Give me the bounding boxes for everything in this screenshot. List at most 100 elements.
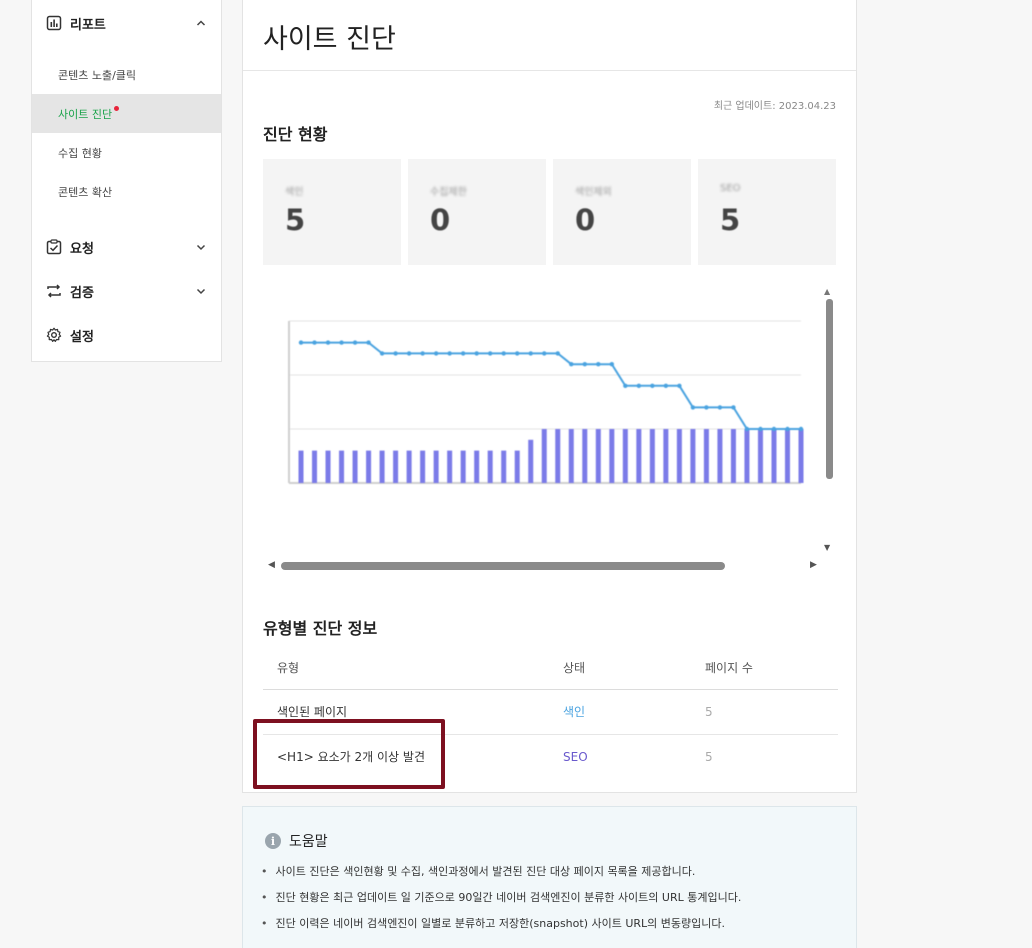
vertical-scroll-thumb[interactable]: [826, 299, 833, 479]
menu-group-reports[interactable]: 리포트: [32, 1, 221, 45]
series-point: [731, 405, 736, 410]
series-point: [771, 426, 777, 432]
help-item: 진단 이력은 네이버 검색엔진이 일별로 분류하고 저장한(snapshot) …: [261, 917, 741, 943]
stat-value: 0: [575, 203, 596, 237]
series-point: [406, 351, 412, 356]
diagnosis-type-table: 유형 상태 페이지 수 색인된 페이지 색인 5 <H1> 요소가 2개 이상 …: [263, 647, 838, 779]
status-link[interactable]: SEO: [563, 734, 705, 779]
stat-value: 5: [285, 203, 306, 237]
series-point: [379, 351, 385, 356]
help-list: 사이트 진단은 색인현황 및 수집, 색인과정에서 발견된 진단 대상 페이지 …: [261, 865, 742, 943]
new-badge-dot: [114, 106, 120, 111]
chart-bar: [595, 429, 601, 483]
stat-label: 색인: [285, 187, 304, 198]
stat-card-excluded: 색인제외 0: [553, 159, 691, 265]
series-point: [717, 405, 723, 410]
series-point: [569, 362, 574, 367]
chart-bar: [514, 450, 520, 483]
chart-bar: [784, 429, 790, 483]
chart-bar: [379, 450, 385, 483]
sidebar-item-label: 콘텐츠 노출/클릭: [58, 68, 137, 82]
checklist-icon: [46, 239, 62, 255]
stat-label: SEO: [720, 183, 741, 194]
info-icon: i: [265, 833, 281, 849]
sidebar-item-label: 콘텐츠 확산: [58, 185, 113, 199]
help-title: 도움말: [289, 834, 328, 850]
chart-bar: [703, 429, 709, 483]
menu-group-label: 설정: [70, 329, 94, 345]
chevron-up-icon: [195, 17, 207, 29]
cell-pages: 5: [705, 749, 713, 764]
chart-bar: [312, 450, 318, 483]
stat-card-crawl-limited: 수집제한 0: [408, 159, 546, 265]
series-point: [339, 340, 344, 345]
series-point: [609, 362, 615, 367]
chart-bar: [420, 450, 426, 483]
series-point: [366, 340, 371, 345]
menu-group-requests[interactable]: 요청: [32, 225, 221, 269]
chart-bar: [339, 450, 345, 483]
chart-bar: [460, 450, 466, 483]
cell-type: <H1> 요소가 2개 이상 발견: [277, 750, 425, 765]
series-point: [515, 351, 520, 356]
chart-bar: [528, 439, 534, 483]
series-point: [704, 405, 709, 410]
series-point: [623, 383, 628, 388]
gear-icon: [46, 327, 62, 343]
scroll-down-arrow-icon[interactable]: ▼: [824, 543, 830, 552]
menu-group-settings[interactable]: 설정: [32, 313, 221, 357]
series-point: [352, 340, 358, 345]
chart-bar: [636, 429, 642, 483]
series-point: [596, 362, 601, 367]
stat-card-seo: SEO 5: [698, 159, 836, 265]
help-item: 사이트 진단은 색인현황 및 수집, 색인과정에서 발견된 진단 대상 페이지 …: [261, 865, 741, 891]
chart-bar: [582, 429, 588, 483]
sidebar-item-content-spread[interactable]: 콘텐츠 확산: [32, 172, 221, 211]
series-point: [460, 351, 466, 356]
series-point: [582, 362, 587, 367]
cell-pages: 5: [705, 689, 838, 735]
series-point: [650, 383, 655, 388]
chart-bar: [663, 429, 669, 483]
horizontal-scroll-thumb[interactable]: [281, 562, 725, 570]
menu-group-label: 요청: [70, 241, 94, 257]
chart-bar: [366, 450, 372, 483]
series-point: [663, 383, 669, 388]
sidebar-item-site-diagnosis[interactable]: 사이트 진단: [32, 94, 221, 133]
menu-group-label: 리포트: [70, 17, 106, 33]
series-point: [501, 351, 506, 356]
series-point: [758, 426, 763, 432]
chevron-down-icon: [195, 241, 207, 253]
stat-card-indexed: 색인 5: [263, 159, 401, 265]
diagnosis-history-chart: ▲ ▼ ◀ ▶: [263, 287, 836, 576]
chart-bar: [447, 450, 453, 483]
scroll-up-arrow-icon[interactable]: ▲: [824, 287, 830, 296]
chart-bar: [649, 429, 655, 483]
series-point: [636, 383, 642, 388]
chart-bar: [798, 429, 804, 483]
sidebar-item-crawl-status[interactable]: 수집 현황: [32, 133, 221, 172]
repeat-arrows-icon: [46, 283, 62, 299]
series-point: [312, 340, 317, 345]
chart-bar: [717, 429, 723, 483]
last-updated: 최근 업데이트: 2023.04.23: [713, 101, 836, 112]
chart-bar: [555, 429, 561, 483]
status-link[interactable]: 색인: [563, 689, 705, 735]
series-point: [393, 351, 398, 356]
status-section-title: 진단 현황: [263, 125, 328, 144]
chart-bar: [474, 450, 480, 483]
menu-group-verification[interactable]: 검증: [32, 269, 221, 313]
stat-value: 0: [430, 203, 451, 237]
series-point: [555, 351, 560, 356]
series-point: [298, 340, 304, 345]
chart-bar: [757, 429, 763, 483]
series-point: [785, 426, 790, 432]
table-row: 색인된 페이지 색인 5: [263, 689, 838, 735]
scroll-right-arrow-icon[interactable]: ▶: [810, 560, 817, 570]
scroll-left-arrow-icon[interactable]: ◀: [268, 560, 275, 570]
help-item: 진단 현황은 최근 업데이트 일 기준으로 90일간 네이버 검색엔진이 분류한…: [261, 891, 742, 917]
site-diagnosis-card: 사이트 진단 최근 업데이트: 2023.04.23 진단 현황 색인 5 수집…: [242, 0, 857, 793]
sidebar-item-content-impressions[interactable]: 콘텐츠 노출/클릭: [32, 55, 221, 94]
series-point: [420, 351, 425, 356]
series-point: [690, 405, 696, 410]
